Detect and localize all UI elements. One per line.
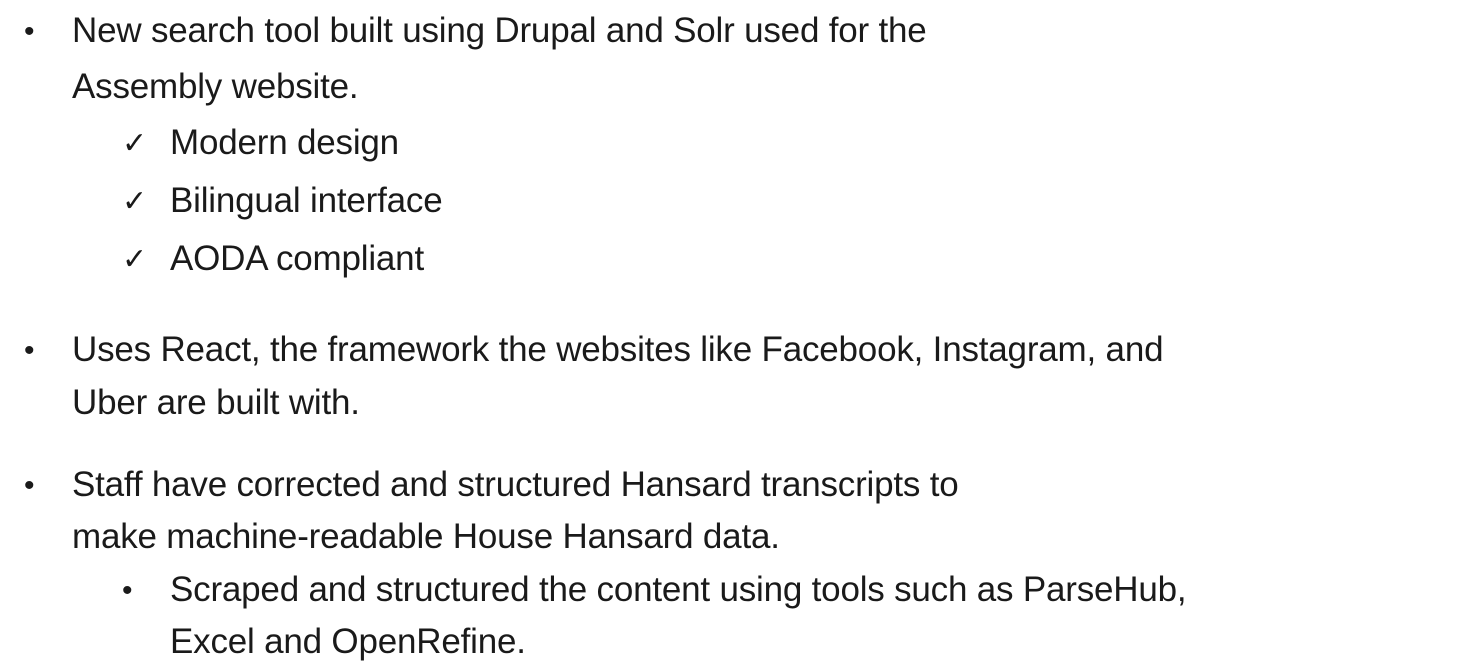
checkmark-icon: ✓ xyxy=(122,243,148,276)
check-item-aoda-compliant: AODA compliant xyxy=(170,239,424,278)
bullet-3-line-1: Staff have corrected and structured Hans… xyxy=(72,465,959,504)
bullet-marker: • xyxy=(24,469,35,502)
bullet-1-line-1: New search tool built using Drupal and S… xyxy=(72,11,927,50)
checkmark-icon: ✓ xyxy=(122,185,148,218)
check-item-bilingual-interface: Bilingual interface xyxy=(170,181,443,220)
sub-bullet-marker: • xyxy=(122,574,133,607)
bullet-1-line-2: Assembly website. xyxy=(72,67,359,106)
slide-content: • New search tool built using Drupal and… xyxy=(0,0,1466,672)
checkmark-icon: ✓ xyxy=(122,127,148,160)
bullet-3-line-2: make machine-readable House Hansard data… xyxy=(72,517,780,556)
sub-bullet-line-2: Excel and OpenRefine. xyxy=(170,622,526,661)
bullet-marker: • xyxy=(24,15,35,48)
sub-bullet-line-1: Scraped and structured the content using… xyxy=(170,570,1187,609)
bullet-2-line-2: Uber are built with. xyxy=(72,383,360,422)
bullet-2-line-1: Uses React, the framework the websites l… xyxy=(72,330,1164,369)
check-item-modern-design: Modern design xyxy=(170,123,399,162)
bullet-marker: • xyxy=(24,334,35,367)
